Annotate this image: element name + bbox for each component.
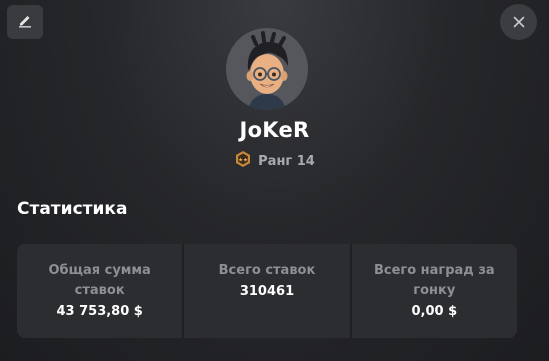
stat-label: Общая сумма ставок: [48, 263, 151, 298]
stat-label: Всего наград за гонку: [373, 263, 495, 298]
stats-title: Статистика: [17, 199, 128, 219]
profile-modal: JoKeR ★★ Ранг 14 Статистика Общая сумма …: [0, 0, 549, 361]
rank-row: ★★ Ранг 14: [0, 150, 549, 172]
close-icon: [513, 13, 525, 32]
svg-text:★★: ★★: [238, 157, 248, 163]
stat-total-bets: Всего ставок 310461: [182, 244, 349, 338]
rank-label: Ранг 14: [258, 153, 315, 169]
close-button[interactable]: [500, 4, 537, 40]
edit-button[interactable]: [7, 5, 43, 39]
username: JoKeR: [239, 118, 310, 142]
stat-value: 0,00 $: [411, 304, 458, 319]
stat-race-rewards: Всего наград за гонку 0,00 $: [349, 244, 517, 338]
rank-badge-icon: ★★: [234, 150, 252, 172]
stat-label: Всего ставок: [218, 263, 316, 278]
avatar: [226, 28, 308, 110]
stat-total-wagered: Общая сумма ставок 43 753,80 $: [17, 244, 182, 338]
stat-value: 43 753,80 $: [56, 304, 143, 319]
stat-value: 310461: [239, 284, 295, 299]
pencil-icon: [17, 12, 33, 32]
stats-card: Общая сумма ставок 43 753,80 $ Всего ста…: [17, 244, 517, 338]
